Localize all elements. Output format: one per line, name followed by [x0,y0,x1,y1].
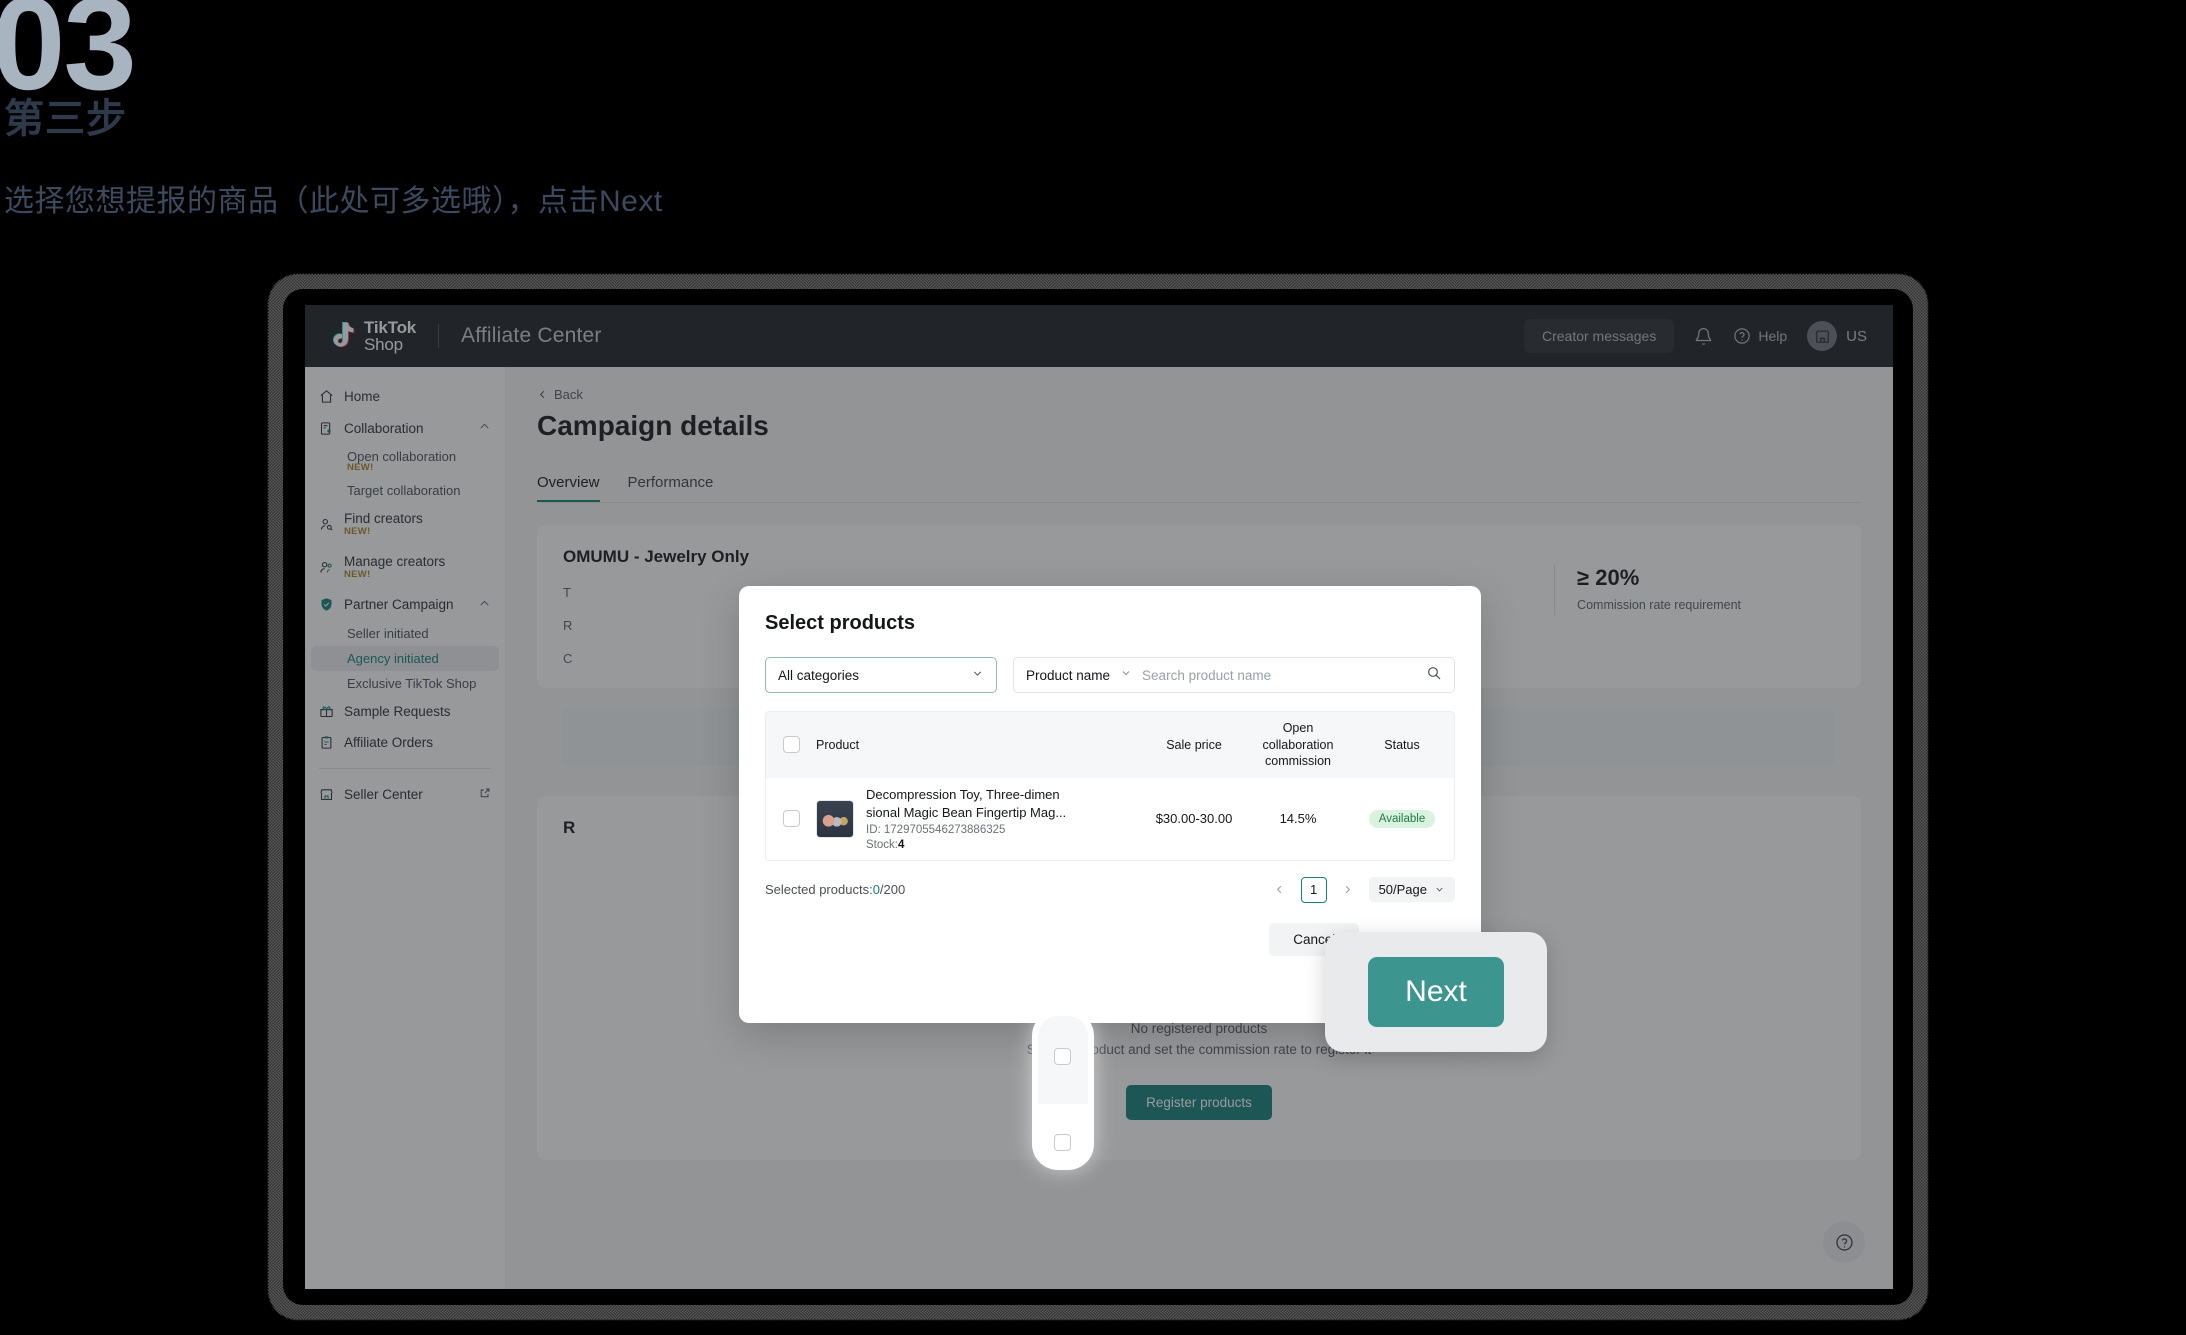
page-size-value: 50/Page [1378,882,1427,898]
column-header-status: Status [1384,737,1420,752]
slide-root: 03 第三步 选择您想提报的商品（此处可多选哦），点击Next TikTok S… [0,0,2186,1335]
product-info: Decompression Toy, Three-dimen sional Ma… [866,786,1091,851]
next-page-button[interactable] [1335,877,1361,903]
search-type-value[interactable]: Product name [1026,668,1110,683]
products-table: Product Sale price Open collaboration co… [765,711,1455,861]
selected-label: Selected products: [765,882,873,898]
product-name: Decompression Toy, Three-dimen sional Ma… [866,787,1067,820]
row-select-cell [766,810,816,828]
category-select-value: All categories [778,667,860,683]
sale-price-cell: $30.00-30.00 [1155,811,1233,827]
app-window: TikTok Shop Affiliate Center Creator mes… [305,305,1893,1289]
stock-value: 4 [897,839,905,852]
chevron-left-icon [1276,886,1282,894]
product-id: ID: 1729705546273886325 [866,824,1006,837]
table-row[interactable]: Decompression Toy, Three-dimen sional Ma… [766,777,1454,860]
search-icon[interactable] [1426,665,1442,686]
status-badge: Available [1368,810,1436,829]
select-all-checkbox[interactable] [782,736,800,754]
table-header-row: Product Sale price Open collaboration co… [766,712,1454,778]
stock-label: Stock: [866,839,898,852]
modal-footer: Selected products:0/200 1 50/Page [765,876,1455,903]
selected-number: 0 [872,882,880,898]
chevron-right-icon [1345,886,1351,894]
column-header-commission: Open collaboration commission [1262,721,1334,769]
select-all-cell [766,736,816,754]
status-cell: Available [1350,809,1454,829]
modal-filters: All categories Product name [765,657,1455,693]
checkbox-column-highlight [1032,1010,1094,1170]
page-size-select[interactable]: 50/Page [1368,877,1455,903]
chevron-down-icon[interactable] [1120,666,1132,684]
chevron-down-icon [971,667,984,683]
pagination: 1 50/Page [1267,876,1455,903]
search-input[interactable] [1142,667,1416,683]
prev-page-button[interactable] [1267,877,1293,903]
next-button[interactable]: Next [1368,957,1504,1027]
slide-caption: 选择您想提报的商品（此处可多选哦），点击Next [4,185,663,218]
selected-total: /200 [879,882,906,898]
product-cell: Decompression Toy, Three-dimen sional Ma… [816,786,1142,851]
column-header-sale-price: Sale price [1166,738,1222,753]
current-page[interactable]: 1 [1300,876,1327,903]
product-search: Product name [1013,657,1455,693]
highlighted-select-all-checkbox[interactable] [1054,1048,1071,1065]
highlighted-row-checkbox[interactable] [1054,1134,1071,1151]
product-thumbnail [816,799,854,838]
chevron-down-icon [1436,888,1443,892]
slide-step-label: 第三步 [4,97,127,141]
selected-products-count: Selected products:0/200 [765,882,905,897]
modal-title: Select products [765,612,916,634]
category-select[interactable]: All categories [765,657,997,693]
product-stock: Stock:4 [866,839,1091,851]
commission-cell: 14.5% [1279,810,1317,826]
row-checkbox[interactable] [782,810,800,828]
column-header-product: Product [816,737,860,752]
